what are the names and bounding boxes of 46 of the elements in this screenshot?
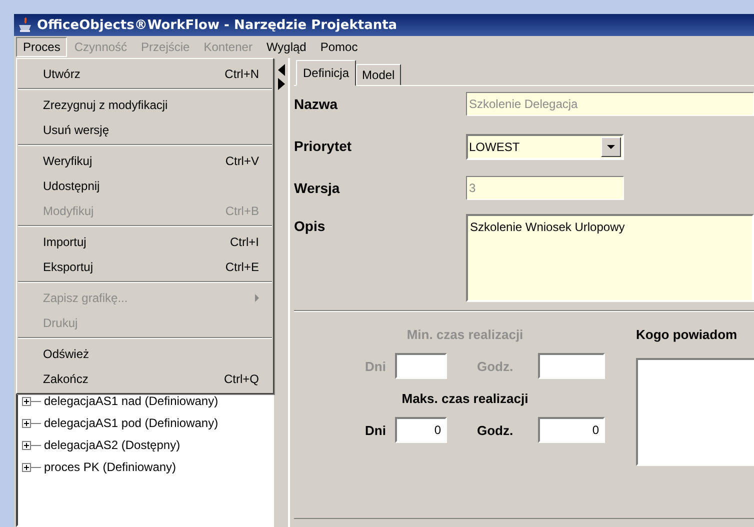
menu-bar-item[interactable]: Pomoc: [313, 37, 365, 57]
expand-right-icon[interactable]: [278, 78, 284, 90]
hours-field[interactable]: [538, 353, 605, 379]
section-title: Kogo powiadom: [636, 326, 738, 344]
menu-item[interactable]: Odśwież: [17, 341, 273, 366]
tree-item[interactable]: delegacjaAS2 (Dostępny): [44, 438, 180, 452]
menu-item[interactable]: Eksportuj Ctrl+E: [17, 254, 273, 279]
menu-bar-item[interactable]: Proces: [16, 37, 68, 57]
menu-item[interactable]: Zrezygnuj z modyfikacji: [17, 92, 273, 117]
menu-item[interactable]: Importuj Ctrl+I: [17, 229, 273, 254]
description-field[interactable]: Szkolenie Wniosek Urlopowy: [466, 214, 754, 302]
menu-item[interactable]: Usuń wersję: [17, 117, 273, 142]
menu-bar-item[interactable]: Wygląd: [259, 37, 314, 57]
days-field[interactable]: 0: [395, 417, 447, 443]
field-label: Opis: [294, 217, 326, 234]
hours-field[interactable]: 0: [538, 417, 605, 443]
window-title: OfficeObjects®WorkFlow - Narzędzie Projektanta: [37, 18, 398, 32]
app-logo-icon: [17, 17, 33, 33]
submenu-arrow-icon: [255, 294, 259, 302]
field-label: Nazwa: [294, 95, 339, 112]
menu-item[interactable]: Utwórz Ctrl+N: [17, 61, 273, 86]
tree-item[interactable]: proces PK (Definiowany): [44, 460, 176, 474]
tab[interactable]: Model: [356, 64, 401, 86]
days-field[interactable]: [395, 353, 447, 379]
dropdown-arrow-icon: [607, 145, 615, 149]
section-title: Maks. czas realizacji: [402, 390, 528, 408]
field-label: Dni: [365, 358, 387, 374]
tab[interactable]: Definicja: [296, 60, 356, 86]
recipients-list[interactable]: [636, 358, 754, 466]
expand-icon[interactable]: [22, 440, 31, 450]
menu-item[interactable]: Udostępnij: [17, 173, 273, 198]
expand-icon[interactable]: [22, 418, 31, 428]
expand-icon[interactable]: [22, 396, 31, 406]
section-title: Min. czas realizacji: [406, 326, 524, 344]
tree-item[interactable]: delegacjaAS1 nad (Definiowany): [44, 394, 218, 408]
menu-item[interactable]: Zakończ Ctrl+Q: [17, 366, 273, 391]
field-label: Wersja: [294, 179, 341, 196]
menu-item[interactable]: Weryfikuj Ctrl+V: [17, 148, 273, 173]
field-label: Godz.: [477, 358, 514, 374]
field-label: Priorytet: [294, 137, 353, 154]
collapse-left-icon[interactable]: [278, 64, 284, 76]
field-label: Godz.: [477, 422, 514, 438]
field-label: Dni: [365, 422, 387, 438]
priority-dropdown[interactable]: LOWEST: [466, 134, 624, 160]
expand-icon[interactable]: [22, 462, 31, 472]
tree-item[interactable]: delegacjaAS1 pod (Definiowany): [44, 416, 218, 430]
